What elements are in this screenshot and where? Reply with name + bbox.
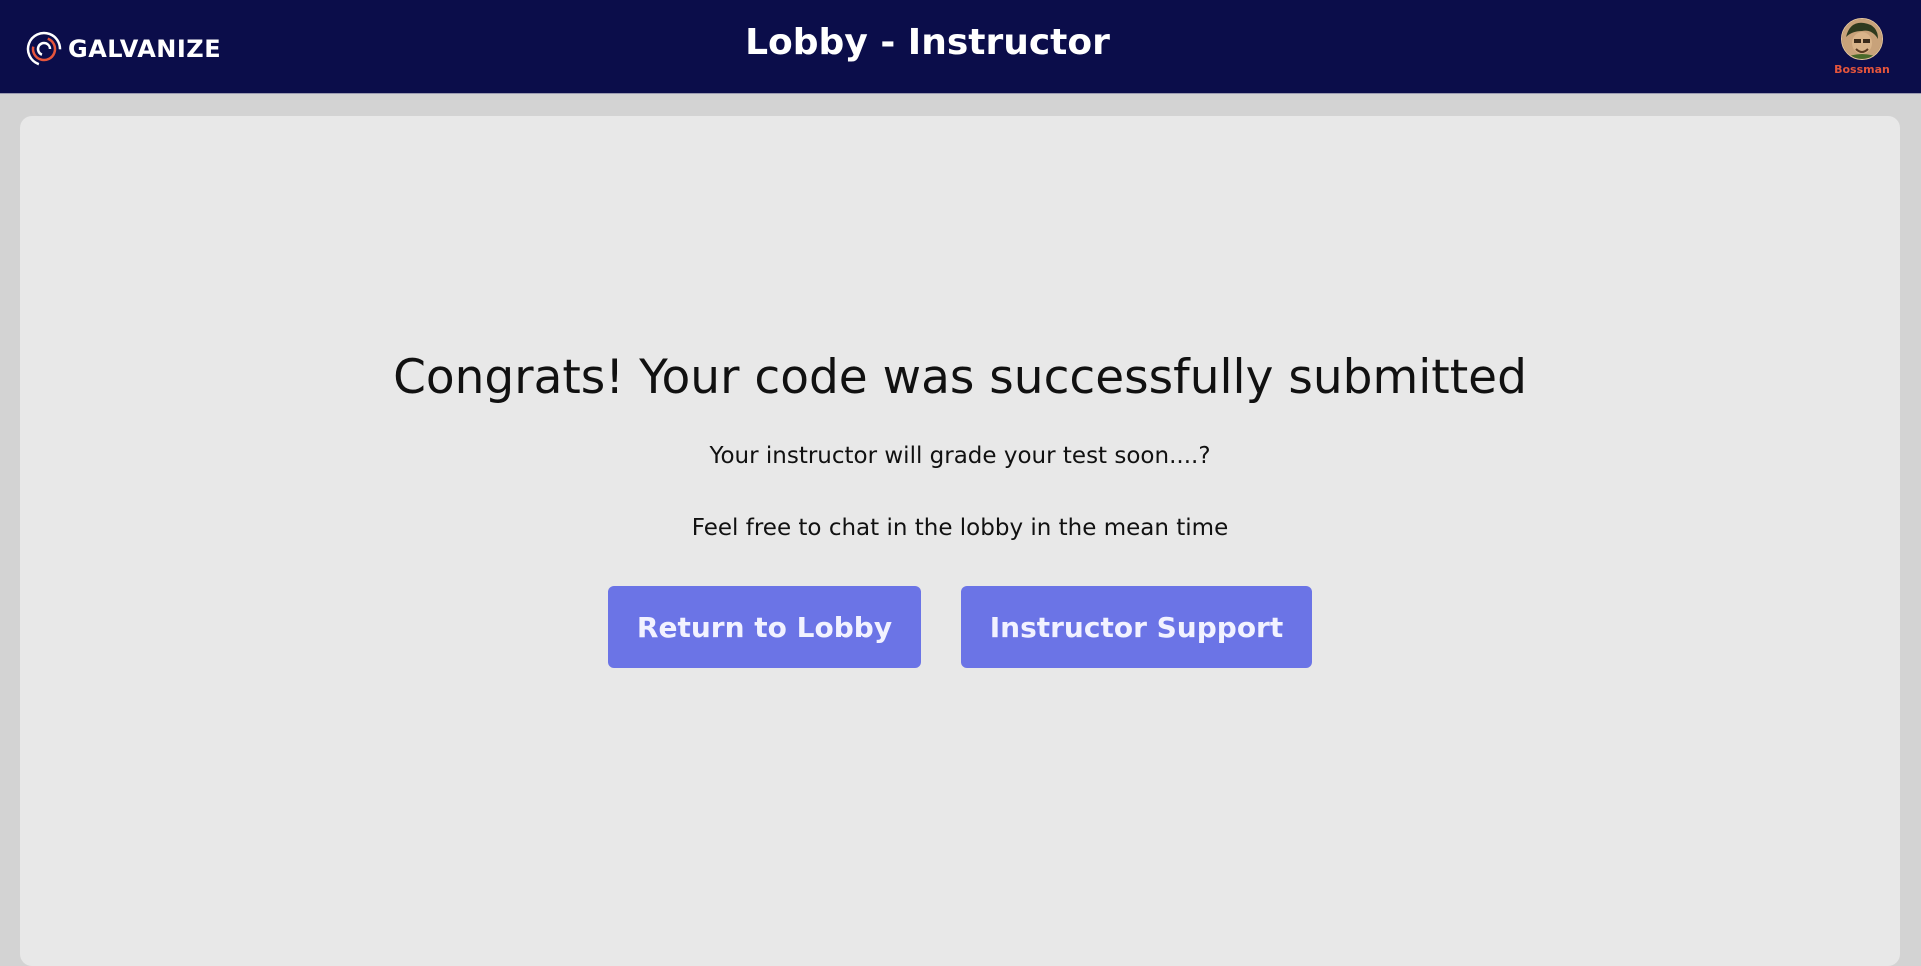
grading-message: Your instructor will grade your test soo… <box>709 443 1211 469</box>
user-menu[interactable]: Bossman <box>1827 18 1897 76</box>
user-name: Bossman <box>1834 63 1890 76</box>
lobby-message: Feel free to chat in the lobby in the me… <box>691 515 1229 541</box>
user-avatar-icon <box>1842 19 1882 59</box>
avatar[interactable] <box>1841 18 1883 60</box>
instructor-support-button[interactable]: Instructor Support <box>961 586 1312 668</box>
top-navbar: GALVANIZE Lobby - Instructor Bossman <box>0 0 1921 94</box>
return-to-lobby-button[interactable]: Return to Lobby <box>608 586 921 668</box>
submission-card: Congrats! Your code was successfully sub… <box>20 116 1900 966</box>
success-headline: Congrats! Your code was successfully sub… <box>393 350 1527 405</box>
page-title: Lobby - Instructor <box>745 22 1110 63</box>
